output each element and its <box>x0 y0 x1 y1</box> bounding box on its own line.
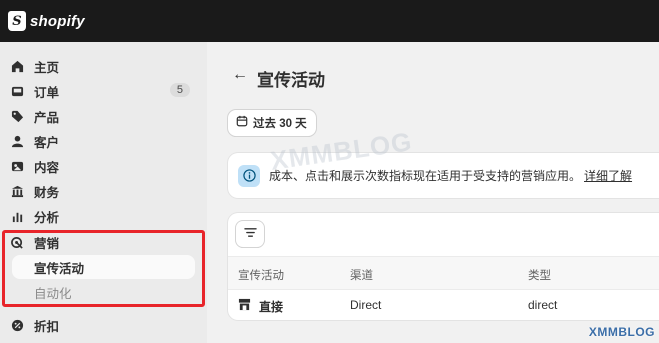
sidebar-item-products[interactable]: 产品 <box>8 104 200 128</box>
discount-icon <box>10 318 24 332</box>
sidebar-item-label: 客户 <box>34 135 60 150</box>
info-icon <box>238 164 260 187</box>
campaign-name: 直接 <box>259 300 284 314</box>
inbox-icon <box>10 84 24 98</box>
shopping-bag-icon[interactable]: S <box>8 11 26 31</box>
calendar-icon <box>236 114 248 132</box>
column-header-campaign[interactable]: 宣传活动 <box>238 267 284 283</box>
sidebar-item-label: 主页 <box>34 60 60 75</box>
column-header-type[interactable]: 类型 <box>528 267 551 283</box>
page-title: 宣传活动 <box>257 71 325 90</box>
sidebar-item-finance[interactable]: 财务 <box>8 179 200 203</box>
column-header-channel[interactable]: 渠道 <box>350 267 373 283</box>
person-icon <box>10 134 24 148</box>
store-icon <box>238 298 251 316</box>
home-icon <box>10 59 24 73</box>
type-cell: direct <box>528 298 558 312</box>
filter-sort-button[interactable] <box>236 221 264 247</box>
campaigns-table-card: 宣传活动 渠道 类型 直接 Direct direct <box>228 213 659 320</box>
top-bar: S shopify <box>0 0 659 42</box>
sidebar: 主页 订单 5 产品 客户 内容 财务 分析 营销 宣传活动 自动化 折扣 <box>0 42 207 343</box>
learn-more-link[interactable]: 详细了解 <box>584 167 632 184</box>
logo-text[interactable]: shopify <box>30 13 85 30</box>
sidebar-item-analytics[interactable]: 分析 <box>8 204 200 228</box>
sidebar-item-label: 折扣 <box>34 319 60 334</box>
content-icon <box>10 159 24 173</box>
bar-chart-icon <box>10 209 24 223</box>
channel-cell: Direct <box>350 298 382 312</box>
back-arrow-icon[interactable]: ← <box>232 66 248 84</box>
sidebar-item-discounts[interactable]: 折扣 <box>8 313 200 337</box>
date-range-button[interactable]: 过去 30 天 <box>228 110 316 136</box>
sidebar-item-label: 财务 <box>34 185 60 200</box>
sidebar-item-customers[interactable]: 客户 <box>8 129 200 153</box>
sidebar-item-label: 产品 <box>34 110 60 125</box>
orders-count-badge: 5 <box>169 83 190 97</box>
highlight-annotation <box>2 230 205 307</box>
sidebar-item-label: 分析 <box>34 210 60 225</box>
sidebar-item-orders[interactable]: 订单 5 <box>8 79 200 103</box>
date-range-label: 过去 30 天 <box>253 118 307 130</box>
bank-icon <box>10 184 24 198</box>
table-row[interactable]: 直接 Direct direct <box>228 290 659 320</box>
sidebar-item-label: 订单 <box>34 85 60 100</box>
sidebar-item-content[interactable]: 内容 <box>8 154 200 178</box>
watermark-corner: XMMBLOG <box>588 325 655 339</box>
sidebar-item-home[interactable]: 主页 <box>8 54 200 78</box>
table-header: 宣传活动 渠道 类型 <box>228 256 659 290</box>
tag-icon <box>10 109 24 123</box>
main-content: ← 宣传活动 过去 30 天 成本、点击和展示次数指标现在适用于受支持的营销应用… <box>207 42 659 343</box>
sidebar-item-label: 内容 <box>34 160 60 175</box>
filter-icon <box>243 225 257 243</box>
